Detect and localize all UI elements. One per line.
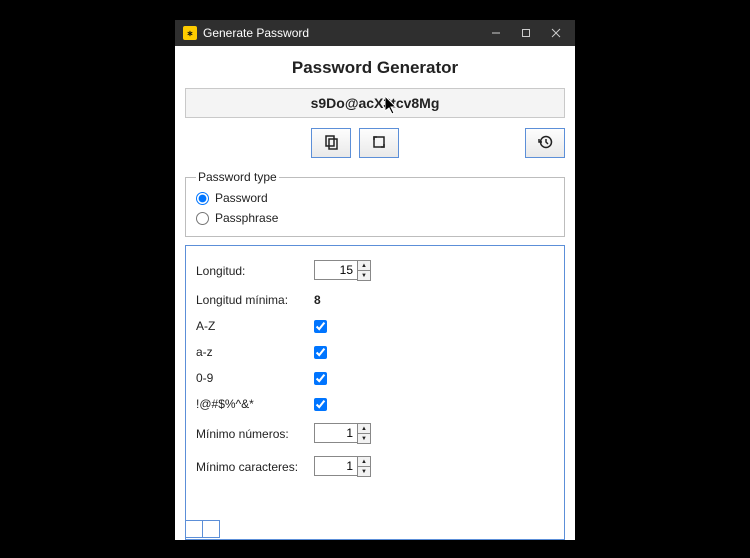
digits-label: 0-9 (196, 371, 314, 385)
min-numbers-label: Mínimo números: (196, 427, 314, 441)
passphrase-radio[interactable] (196, 212, 209, 225)
length-down[interactable]: ▼ (358, 271, 370, 280)
min-special-up[interactable]: ▲ (358, 457, 370, 467)
length-input[interactable] (314, 260, 357, 280)
lowercase-row: a-z (196, 339, 554, 365)
digits-checkbox[interactable] (314, 372, 327, 385)
copy-icon (323, 134, 339, 153)
min-special-input[interactable] (314, 456, 357, 476)
uppercase-label: A-Z (196, 319, 314, 333)
regenerate-icon (371, 134, 387, 153)
lowercase-checkbox[interactable] (314, 346, 327, 359)
copy-button[interactable] (311, 128, 351, 158)
min-special-row: Mínimo caracteres: ▲ ▼ (196, 450, 554, 483)
min-length-label: Longitud mínima: (196, 293, 314, 307)
lowercase-label: a-z (196, 345, 314, 359)
generated-password-output[interactable]: s9Do@acX3tcv8Mg (185, 88, 565, 118)
close-button[interactable] (541, 20, 571, 46)
length-row: Longitud: ▲ ▼ (196, 254, 554, 287)
min-numbers-stepper[interactable]: ▲ ▼ (314, 423, 371, 444)
min-length-row: Longitud mínima: 8 (196, 287, 554, 313)
min-numbers-row: Mínimo números: ▲ ▼ (196, 417, 554, 450)
min-length-value: 8 (314, 293, 321, 307)
symbols-row: !@#$%^&* (196, 391, 554, 417)
app-icon: ∗ (183, 26, 197, 40)
length-up[interactable]: ▲ (358, 261, 370, 271)
min-special-stepper[interactable]: ▲ ▼ (314, 456, 371, 477)
password-type-group: Password type Password Passphrase (185, 170, 565, 237)
symbols-label: !@#$%^&* (196, 397, 314, 411)
symbols-checkbox[interactable] (314, 398, 327, 411)
length-label: Longitud: (196, 264, 314, 278)
min-numbers-input[interactable] (314, 423, 357, 443)
min-special-down[interactable]: ▼ (358, 467, 370, 476)
password-type-legend: Password type (196, 170, 279, 184)
maximize-button[interactable] (511, 20, 541, 46)
bottom-button-1[interactable] (185, 520, 203, 538)
length-stepper[interactable]: ▲ ▼ (314, 260, 371, 281)
password-radio[interactable] (196, 192, 209, 205)
options-panel: Longitud: ▲ ▼ Longitud mínima: 8 A-Z (185, 245, 565, 540)
uppercase-row: A-Z (196, 313, 554, 339)
history-button[interactable] (525, 128, 565, 158)
bottom-controls (185, 520, 220, 538)
min-numbers-up[interactable]: ▲ (358, 424, 370, 434)
min-special-label: Mínimo caracteres: (196, 460, 314, 474)
regenerate-button[interactable] (359, 128, 399, 158)
min-numbers-down[interactable]: ▼ (358, 434, 370, 443)
password-radio-label: Password (215, 191, 268, 205)
passphrase-radio-label: Passphrase (215, 211, 278, 225)
password-type-passphrase[interactable]: Passphrase (196, 208, 554, 228)
minimize-button[interactable] (481, 20, 511, 46)
uppercase-checkbox[interactable] (314, 320, 327, 333)
generate-password-window: ∗ Generate Password Password Generator s… (175, 20, 575, 540)
page-title: Password Generator (185, 58, 565, 78)
history-icon (537, 134, 553, 153)
window-title: Generate Password (203, 26, 481, 40)
toolbar (185, 128, 565, 158)
bottom-button-2[interactable] (202, 520, 220, 538)
digits-row: 0-9 (196, 365, 554, 391)
password-type-password[interactable]: Password (196, 188, 554, 208)
titlebar[interactable]: ∗ Generate Password (175, 20, 575, 46)
